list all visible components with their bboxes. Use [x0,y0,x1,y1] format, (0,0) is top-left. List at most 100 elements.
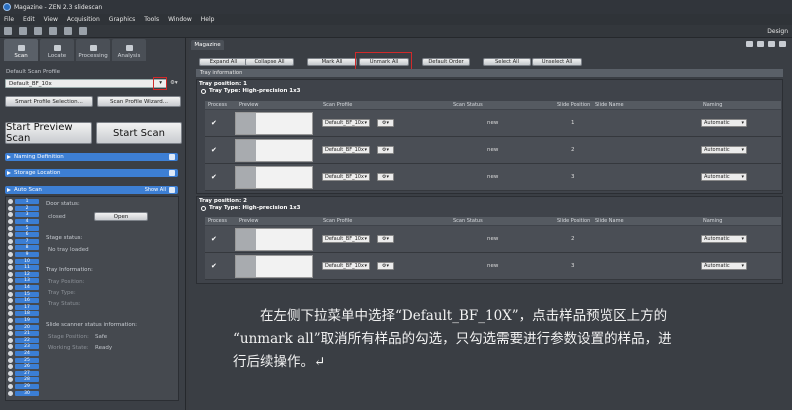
unselect-all-button[interactable]: Unselect All [532,58,582,66]
menu-help[interactable]: Help [201,16,215,23]
expand-all-button[interactable]: Expand All [199,58,248,66]
auto-scan-step[interactable]: 17 [8,304,42,311]
process-checkbox[interactable]: ✔ [211,235,219,243]
menu-view[interactable]: View [44,16,58,23]
open-door-button[interactable]: Open [94,212,148,221]
default-order-button[interactable]: Default Order [422,58,470,66]
start-scan-button[interactable]: Start Scan [96,122,182,144]
auto-scan-step[interactable]: 7 [8,238,42,245]
auto-scan-step[interactable]: 15 [8,291,42,297]
menu-edit[interactable]: Edit [23,16,35,23]
auto-scan-step[interactable]: 26 [8,364,42,370]
auto-scan-step[interactable]: 9 [8,252,42,258]
naming-select[interactable]: Automatic ▾ [701,235,747,243]
tray-type-row[interactable]: Tray Type: High-precision 1x3 [201,88,301,94]
collapse-tray-icon[interactable] [201,88,206,94]
auto-scan-step[interactable]: 8 [8,245,42,251]
scan-profile-select[interactable]: Default_BF_10x ▾ [322,262,370,270]
naming-select[interactable]: Automatic ▾ [701,262,747,270]
auto-scan-step[interactable]: 6 [8,232,42,238]
storage-location-section[interactable]: Storage Location [5,169,178,177]
auto-scan-step[interactable]: 10 [8,258,42,264]
design-label[interactable]: Design [767,28,788,35]
auto-scan-step[interactable]: 30 [8,390,42,396]
tab-locate[interactable]: Locate [40,39,74,61]
menu-tools[interactable]: Tools [144,16,159,23]
print-icon[interactable] [34,27,42,35]
auto-scan-step[interactable]: 27 [8,370,42,377]
auto-scan-step[interactable]: 29 [8,384,42,390]
pin-icon[interactable] [169,154,175,160]
naming-select[interactable]: Automatic ▾ [701,119,747,127]
collapse-tray-icon[interactable] [201,205,206,211]
slide-preview-image[interactable] [235,255,313,278]
pin-icon[interactable] [169,187,175,193]
select-all-button[interactable]: Select All [483,58,531,66]
auto-scan-step[interactable]: 20 [8,324,42,330]
gear-icon[interactable] [768,41,775,47]
more-icon[interactable] [779,41,786,47]
scan-profile-dropdown[interactable]: Default_BF_10x ▾ [5,79,167,88]
slide-preview-image[interactable] [235,228,313,251]
auto-scan-section[interactable]: Auto Scan Show All [5,186,178,194]
scan-profile-select[interactable]: Default_BF_10x ▾ [322,235,370,243]
settings-icon[interactable] [64,27,72,35]
profile-settings-select[interactable]: ⚙▾ [377,173,394,181]
auto-scan-step[interactable]: 12 [8,271,42,278]
show-all-checkbox[interactable]: Show All [145,187,166,193]
tab-scan[interactable]: Scan [4,39,38,61]
auto-scan-step[interactable]: 2 [8,205,42,212]
profile-settings-select[interactable]: ⚙▾ [377,119,394,127]
slide-preview-image[interactable] [235,112,313,135]
auto-scan-step[interactable]: 18 [8,311,42,317]
scan-profile-select[interactable]: Default_BF_10x ▾ [322,146,370,154]
auto-scan-step[interactable]: 21 [8,331,42,337]
close-doc-icon[interactable] [49,27,57,35]
list-view-icon[interactable] [757,41,764,47]
tab-analysis[interactable]: Analysis [112,39,146,61]
auto-scan-step[interactable]: 11 [8,265,42,271]
slide-preview-image[interactable] [235,139,313,162]
tab-processing[interactable]: Processing [76,39,110,61]
auto-scan-step[interactable]: 23 [8,344,42,350]
auto-scan-step[interactable]: 4 [8,219,42,225]
scan-profile-wizard-button[interactable]: Scan Profile Wizard... [97,96,181,107]
profile-settings-select[interactable]: ⚙▾ [377,235,394,243]
menu-window[interactable]: Window [168,16,192,23]
profile-settings-select[interactable]: ⚙▾ [377,146,394,154]
auto-scan-step[interactable]: 24 [8,351,42,357]
pin-icon[interactable] [169,170,175,176]
menu-acquisition[interactable]: Acquisition [67,16,100,23]
auto-scan-step[interactable]: 19 [8,318,42,324]
auto-scan-step[interactable]: 13 [8,278,42,284]
open-icon[interactable] [19,27,27,35]
process-checkbox[interactable]: ✔ [211,119,219,127]
auto-scan-step[interactable]: 25 [8,357,42,363]
naming-definition-section[interactable]: Naming Definition [5,153,178,161]
slide-preview-image[interactable] [235,166,313,189]
tab-magazine[interactable]: Magazine [191,40,224,50]
menu-graphics[interactable]: Graphics [109,16,136,23]
collapse-all-button[interactable]: Collapse All [245,58,294,66]
menu-file[interactable]: File [4,16,14,23]
process-checkbox[interactable]: ✔ [211,146,219,154]
auto-scan-step[interactable]: 28 [8,377,42,383]
smart-profile-selection-button[interactable]: Smart Profile Selection... [5,96,93,107]
auto-scan-step[interactable]: 3 [8,212,42,218]
start-preview-scan-button[interactable]: Start Preview Scan [5,122,92,144]
auto-scan-step[interactable]: 14 [8,285,42,291]
profile-options-icon[interactable]: ⚙▾ [170,80,178,86]
naming-select[interactable]: Automatic ▾ [701,146,747,154]
naming-select[interactable]: Automatic ▾ [701,173,747,181]
process-checkbox[interactable]: ✔ [211,173,219,181]
tray-type-row[interactable]: Tray Type: High-precision 1x3 [201,205,301,211]
grid-view-icon[interactable] [746,41,753,47]
auto-scan-step[interactable]: 16 [8,298,42,304]
profile-settings-select[interactable]: ⚙▾ [377,262,394,270]
scan-profile-select[interactable]: Default_BF_10x ▾ [322,119,370,127]
save-icon[interactable] [4,27,12,35]
process-checkbox[interactable]: ✔ [211,262,219,270]
auto-scan-step[interactable]: 22 [8,337,42,344]
auto-scan-step[interactable]: 1 [8,199,42,205]
scan-profile-select[interactable]: Default_BF_10x ▾ [322,173,370,181]
